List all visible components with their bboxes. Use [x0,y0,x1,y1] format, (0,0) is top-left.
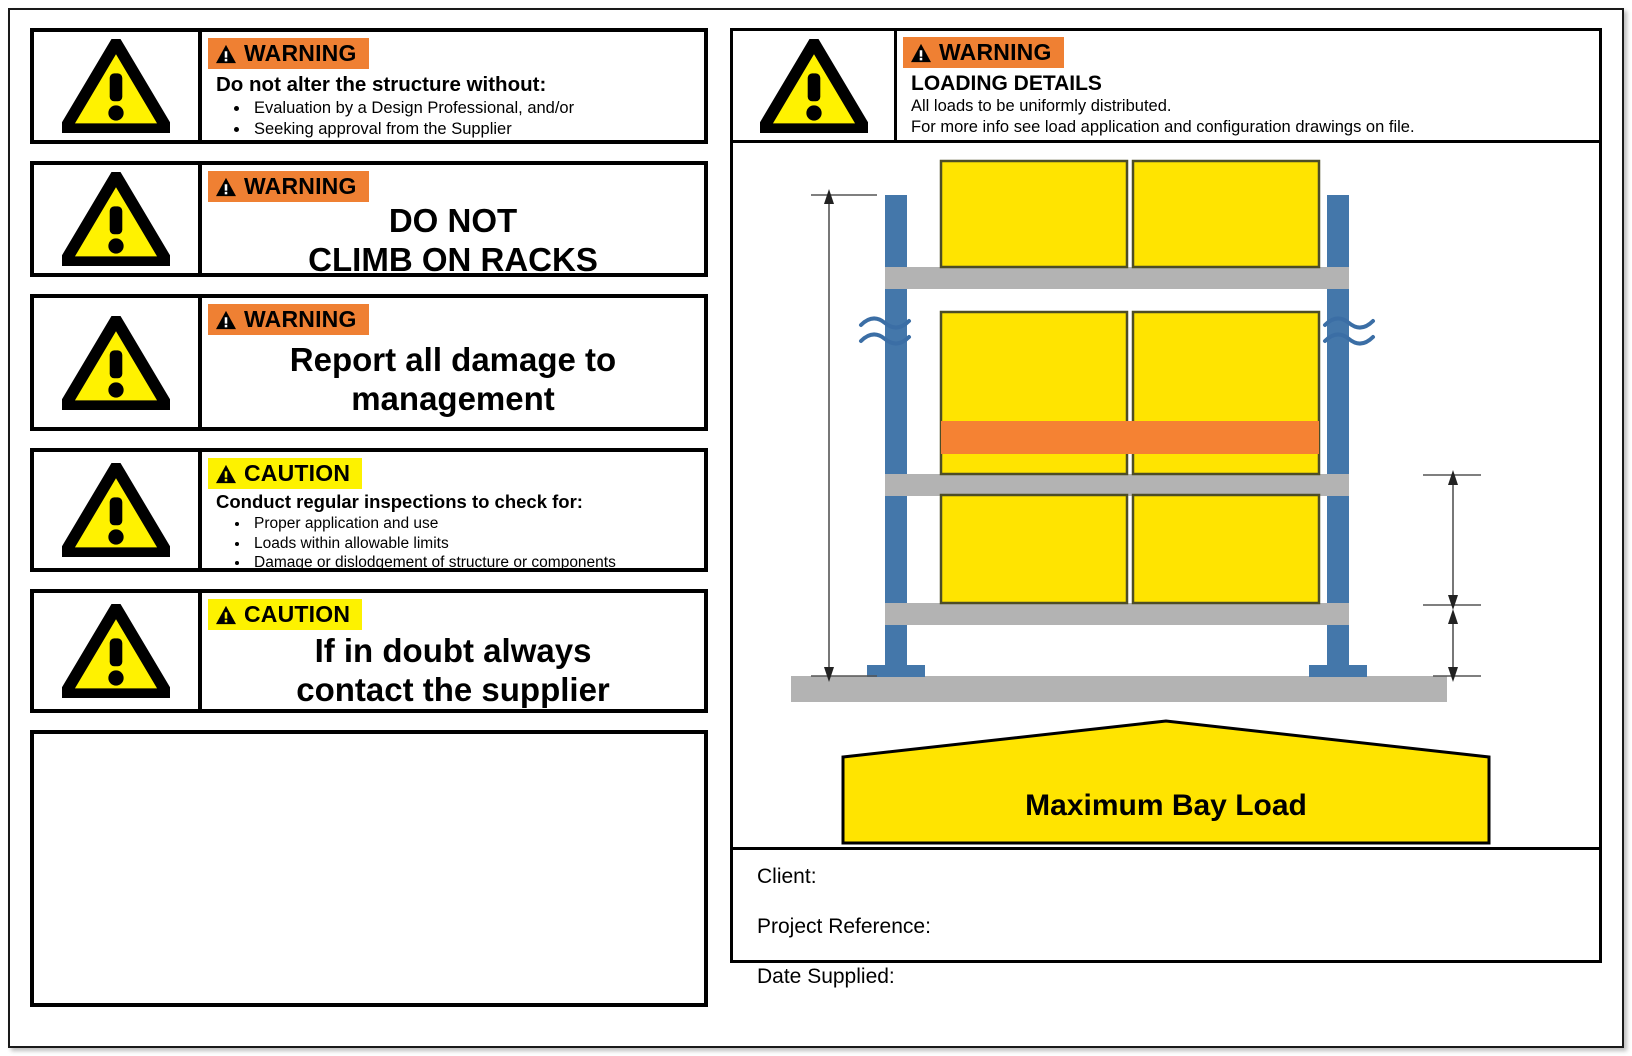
panel-message-line: If in doubt always [314,632,592,669]
panel-bullet-list: Proper application and use Loads within … [216,514,694,573]
pallet-rack-elevation-diagram: Maximum Bay Load [733,143,1599,850]
warning-triangle-icon [62,463,170,557]
pallet-load [939,493,1129,605]
panel-body: WARNING DO NOT CLIMB ON RACKS [202,165,704,278]
panel-message: If in doubt always contact the supplier [202,630,704,720]
banner-label: CAUTION [244,460,351,486]
client-field[interactable]: Client: [757,866,1599,887]
overhang-highlight-band [941,421,1319,454]
loading-details-column: WARNING LOADING DETAILS All loads to be … [730,28,1602,987]
list-item: Proper application and use [250,514,694,534]
safety-panel-alter-structure: WARNING Do not alter the structure witho… [30,28,708,144]
panel-body: CAUTION Conduct regular inspections to c… [202,452,704,571]
date-supplied-field[interactable]: Date Supplied: [757,966,1599,987]
banner-triangle-icon [216,310,236,329]
safety-panel-if-in-doubt: CAUTION If in doubt always contact the s… [30,589,708,713]
banner-triangle-icon [216,605,236,624]
list-item: Loads within allowable limits [250,534,694,554]
panel-message-line: Report all damage to [289,341,617,378]
banner-label: WARNING [244,40,357,66]
list-item: Damage or dislodgement of structure or c… [250,553,694,573]
warning-banner: WARNING [208,304,369,335]
client-field-label: Client: [757,865,817,888]
panel-message: Report all damage to management [202,335,704,429]
maximum-bay-load-label: Maximum Bay Load [1025,789,1307,822]
floor-slab [791,676,1447,702]
caution-banner: CAUTION [208,599,363,630]
safety-panel-regular-inspections: CAUTION Conduct regular inspections to c… [30,448,708,572]
safety-panels-column: WARNING Do not alter the structure witho… [30,28,708,1007]
list-item: Seeking approval from the Supplier [250,119,694,140]
warning-triangle-cell [34,593,202,709]
client-information-block: Client: Project Reference: Date Supplied… [733,850,1599,987]
panel-message-line: DO NOT [388,202,518,239]
floor-clearance-dimension [1433,609,1481,682]
panel-body: WARNING Do not alter the structure witho… [202,32,704,140]
warning-banner: WARNING [903,37,1064,68]
warning-triangle-cell [34,165,202,273]
panel-bullet-list: Evaluation by a Design Professional, and… [216,98,694,140]
warning-triangle-cell [34,32,202,140]
project-reference-field[interactable]: Project Reference: [757,916,1599,937]
caution-banner: CAUTION [208,458,363,489]
overall-height-dimension [811,189,877,682]
panel-body: WARNING LOADING DETAILS All loads to be … [897,31,1599,140]
panel-heading: Conduct regular inspections to check for… [216,491,583,512]
warning-triangle-cell [34,298,202,427]
loading-details-line-1: All loads to be uniformly distributed. [911,97,1172,116]
panel-message: DO NOT CLIMB ON RACKS [202,202,704,288]
pallet-load [1131,493,1321,605]
panel-body: CAUTION If in doubt always contact the s… [202,593,704,709]
banner-triangle-icon [216,44,236,63]
date-supplied-label: Date Supplied: [757,965,895,988]
beam-bottom [885,603,1349,625]
beam-level-height-dimension [1423,470,1481,610]
warning-triangle-icon [62,604,170,698]
banner-triangle-icon [216,464,236,483]
project-reference-label: Project Reference: [757,915,931,938]
safety-panel-report-damage: WARNING Report all damage to management [30,294,708,431]
loading-details-header: WARNING LOADING DETAILS All loads to be … [733,31,1599,143]
warning-triangle-icon [62,39,170,133]
warning-triangle-icon [62,315,170,410]
pallet-load [1131,159,1321,269]
warning-triangle-cell [34,452,202,568]
list-item: Evaluation by a Design Professional, and… [250,98,694,119]
panel-heading: Do not alter the structure without: [216,73,547,96]
banner-label: WARNING [244,173,357,199]
warning-banner: WARNING [208,38,369,69]
banner-label: WARNING [244,306,357,332]
warning-triangle-icon [62,172,170,266]
loading-details-line-2: For more info see load application and c… [911,117,1415,136]
warning-triangle-icon [759,38,868,133]
panel-body: WARNING Report all damage to management [202,298,704,427]
beam-top [885,267,1349,289]
banner-label: WARNING [939,39,1052,65]
maximum-bay-load-banner [841,719,1491,845]
banner-label: CAUTION [244,601,351,627]
banner-triangle-icon [216,177,236,196]
rack-diagram-svg: Maximum Bay Load [791,159,1491,845]
placard-page: WARNING Do not alter the structure witho… [0,0,1632,1056]
warning-triangle-cell [733,31,897,140]
warning-banner: WARNING [208,171,369,202]
safety-panel-do-not-climb: WARNING DO NOT CLIMB ON RACKS [30,161,708,278]
panel-message-line: management [351,379,555,417]
panel-message-line: CLIMB ON RACKS [308,240,598,278]
banner-triangle-icon [911,43,931,62]
pallet-load [939,159,1129,269]
panel-message-line: contact the supplier [296,670,610,708]
blank-notes-panel[interactable] [30,730,708,1007]
loading-details-title: LOADING DETAILS [911,72,1102,95]
beam-middle [885,474,1349,496]
